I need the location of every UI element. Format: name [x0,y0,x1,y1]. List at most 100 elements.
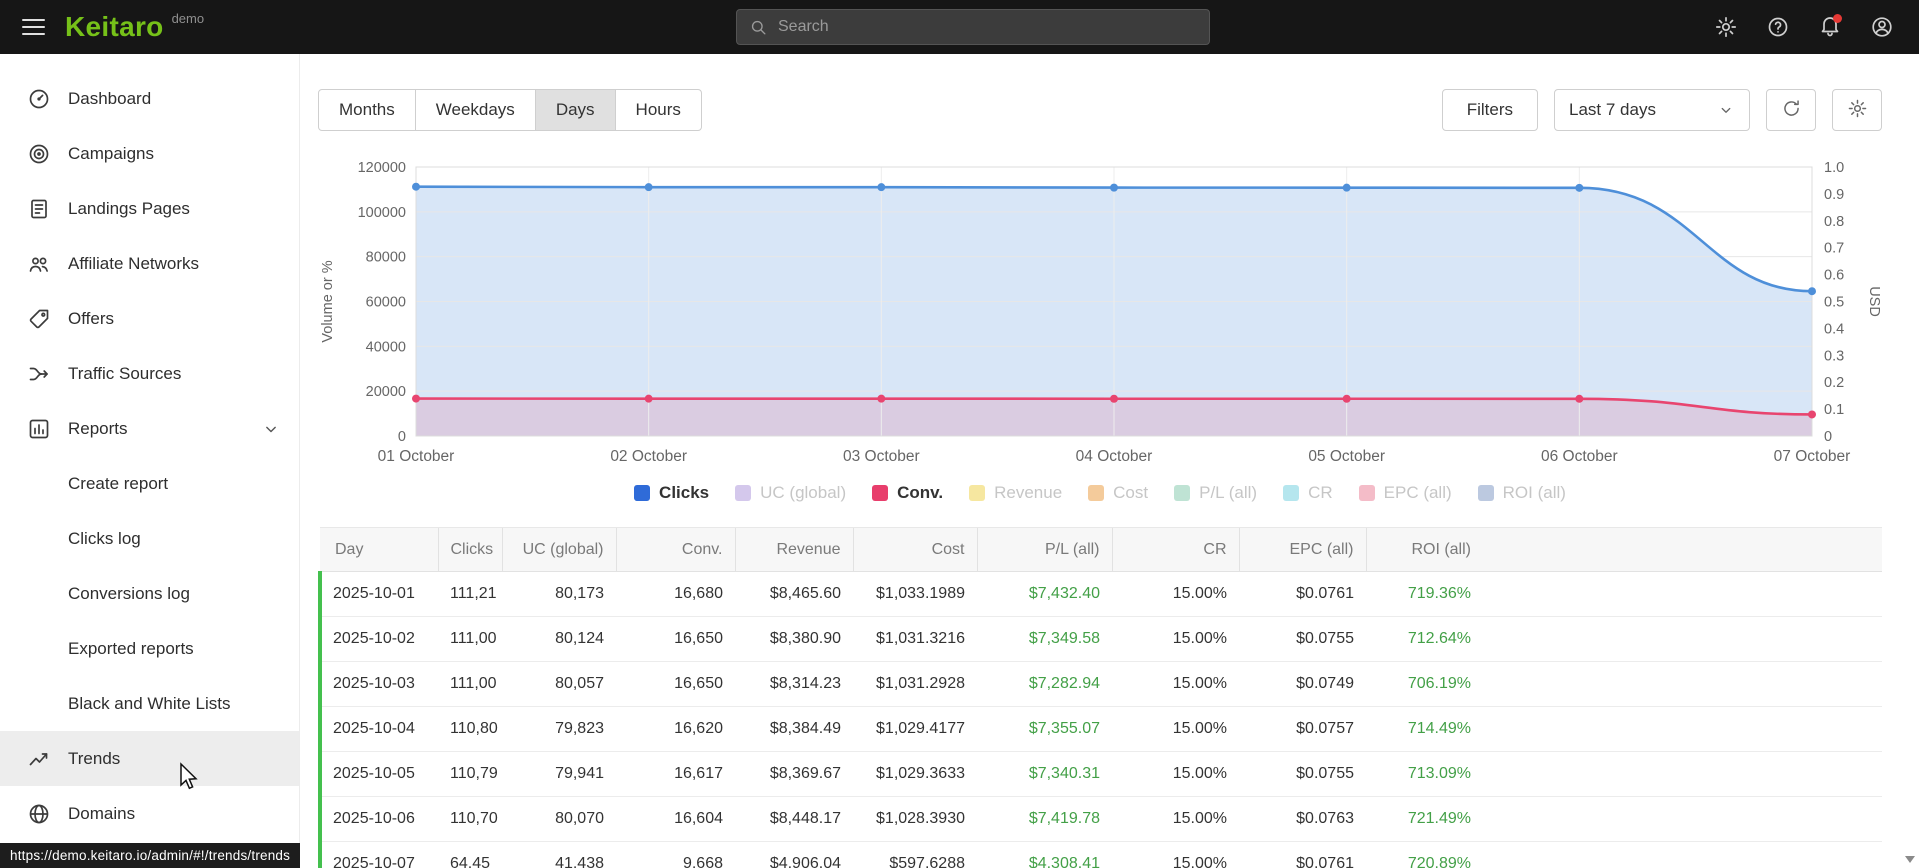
sidebar-item-label: Conversions log [68,583,190,603]
legend-item-conv[interactable]: Conv. [872,483,943,503]
cell-cr: 15.00% [1112,616,1239,662]
legend-swatch [634,485,651,501]
legend-swatch [1174,485,1191,501]
report-settings-button[interactable] [1832,89,1882,131]
cell-epc-all: $0.0749 [1239,661,1366,707]
cell-p-l-all: $7,355.07 [977,706,1112,752]
cell-clicks: 111,00 [438,616,502,662]
cell-filler [1483,796,1882,842]
cell-clicks: 111,21 [438,571,502,617]
sidebar-item-trends[interactable]: Trends [0,731,299,786]
legend-item-clicks[interactable]: Clicks [634,483,709,503]
refresh-button[interactable] [1766,89,1816,131]
date-range-select[interactable]: Last 7 days [1554,89,1750,131]
table-row: 2025-10-06 110,70 80,070 16,604 $8,448.17 $1,… [318,796,1882,842]
sidebar-item-label: Trends [68,748,121,768]
svg-text:03 October: 03 October [843,448,920,465]
cell-conv: 9,668 [616,841,735,868]
sidebar-item-landings-pages[interactable]: Landings Pages [0,181,299,236]
env-badge: demo [171,11,205,26]
trends-table: Day Clicks UC (global) Conv. Revenue Cost P/L … [318,527,1882,868]
cell-cost: $1,031.3216 [853,616,977,662]
notifications-button[interactable] [1817,14,1843,40]
cell-clicks: 111,00 [438,661,502,707]
sidebar-item-label: Reports [68,418,128,438]
svg-text:1.0: 1.0 [1824,160,1844,176]
legend-item-p-l-all[interactable]: P/L (all) [1174,483,1257,503]
cell-revenue: $4,906.04 [735,841,853,868]
campaigns-icon [27,142,51,166]
cell-clicks: 64,45 [438,841,502,868]
menu-icon[interactable] [18,8,49,46]
reports-icon [27,417,51,441]
sidebar-item-label: Landings Pages [68,198,190,218]
svg-text:20000: 20000 [366,384,406,400]
cell-filler [1483,571,1882,617]
sidebar-item-traffic-sources[interactable]: Traffic Sources [0,346,299,401]
svg-text:0.7: 0.7 [1824,241,1844,257]
legend-item-roi-all[interactable]: ROI (all) [1477,483,1566,503]
settings-icon[interactable] [1713,14,1739,40]
legend-item-uc-global[interactable]: UC (global) [735,483,846,503]
svg-text:Volume or %: Volume or % [320,260,336,342]
account-icon[interactable] [1869,14,1895,40]
tab-weekdays[interactable]: Weekdays [414,89,536,131]
sidebar-item-domains[interactable]: Domains [0,786,299,841]
sidebar-item-reports[interactable]: Reports [0,401,299,456]
cell-conv: 16,604 [616,796,735,842]
svg-text:0: 0 [398,429,406,445]
cell-uc-global: 80,057 [502,661,616,707]
help-icon[interactable] [1765,14,1791,40]
column-header-filler [1483,527,1882,572]
sidebar-item-exported-reports[interactable]: Exported reports [0,621,299,676]
sidebar-item-create-report[interactable]: Create report [0,456,299,511]
affiliates-icon [27,252,51,276]
legend-item-revenue[interactable]: Revenue [969,483,1062,503]
scrollbar-down-arrow[interactable] [1905,856,1915,863]
tab-hours[interactable]: Hours [614,89,702,131]
svg-text:USD: USD [1866,286,1882,317]
cell-epc-all: $0.0755 [1239,616,1366,662]
sidebar-item-label: Offers [68,308,114,328]
main-content: Months Weekdays Days Hours Filters Last 7 d… [300,54,1919,868]
cell-cr: 15.00% [1112,796,1239,842]
legend-swatch [735,485,752,501]
cell-p-l-all: $7,282.94 [977,661,1112,707]
app-logo[interactable]: Keitaro [65,11,164,43]
table-row: 2025-10-04 110,80 79,823 16,620 $8,384.49 $1,… [318,706,1882,752]
trends-chart: 0 20000 40000 60000 80000 100000 120000 0 0.1 0.2… [318,157,1882,467]
cell-day: 2025-10-04 [318,706,438,752]
svg-text:05 October: 05 October [1308,448,1385,465]
topbar-actions [1713,0,1895,54]
legend-label: Revenue [994,483,1063,502]
legend-item-epc-all[interactable]: EPC (all) [1358,483,1452,503]
search-input[interactable] [778,18,1197,36]
legend-item-cr[interactable]: CR [1283,483,1333,503]
chart-legend: Clicks UC (global) Conv. Revenue Cost P/L (al… [318,483,1882,503]
legend-swatch [1088,485,1105,501]
sidebar-item-offers[interactable]: Offers [0,291,299,346]
cell-day: 2025-10-03 [318,661,438,707]
svg-text:0.1: 0.1 [1824,402,1844,418]
tab-months[interactable]: Months [318,89,416,131]
svg-text:06 October: 06 October [1541,448,1618,465]
filters-button[interactable]: Filters [1441,89,1538,131]
legend-swatch [872,485,889,501]
legend-label: P/L (all) [1199,483,1258,502]
sidebar-item-clicks-log[interactable]: Clicks log [0,511,299,566]
cell-filler [1483,841,1882,868]
cell-cost: $1,028.3930 [853,796,977,842]
sidebar-item-black-and-white-lists[interactable]: Black and White Lists [0,676,299,731]
sidebar-item-conversions-log[interactable]: Conversions log [0,566,299,621]
interval-tabs: Months Weekdays Days Hours [318,89,702,131]
sidebar-item-campaigns[interactable]: Campaigns [0,126,299,181]
sidebar-item-label: Traffic Sources [68,363,182,383]
sidebar-item-dashboard[interactable]: Dashboard [0,71,299,126]
cell-roi-all: 721.49% [1366,796,1483,842]
sidebar-item-affiliate-networks[interactable]: Affiliate Networks [0,236,299,291]
legend-label: CR [1308,483,1333,502]
cell-filler [1483,751,1882,797]
tab-days[interactable]: Days [534,89,616,131]
legend-item-cost[interactable]: Cost [1088,483,1148,503]
search-box[interactable] [736,9,1210,45]
